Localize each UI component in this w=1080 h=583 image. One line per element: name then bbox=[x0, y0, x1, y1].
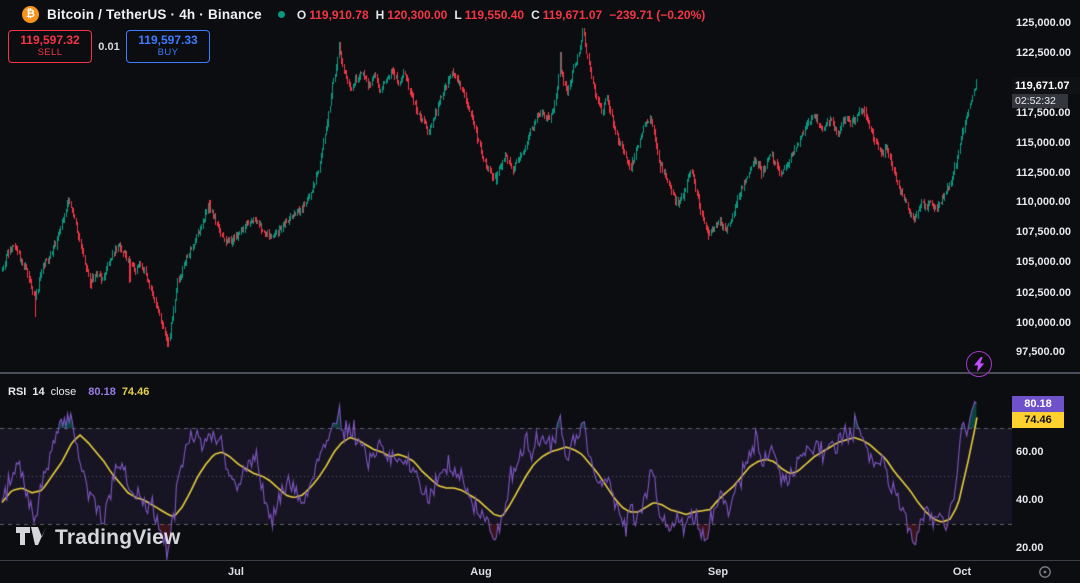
price-tick-label: 125,000.00 bbox=[1016, 17, 1072, 29]
quick-trade-lightning-button[interactable] bbox=[966, 351, 992, 377]
sell-price: 119,597.32 bbox=[20, 33, 80, 48]
price-tick-label: 107,500.00 bbox=[1016, 226, 1072, 238]
chart-plot-area[interactable] bbox=[0, 0, 1012, 561]
tradingview-logo[interactable]: TradingView bbox=[16, 526, 181, 550]
price-tick-label: 112,500.00 bbox=[1016, 167, 1071, 179]
price-tick-label: 115,000.00 bbox=[1016, 137, 1071, 149]
close-value: 119,671.07 bbox=[542, 7, 603, 22]
price-tick-label: 102,500.00 bbox=[1016, 287, 1072, 299]
bitcoin-icon: ₿ bbox=[22, 6, 39, 23]
last-price-label: 119,671.07 bbox=[1012, 77, 1080, 94]
price-tick-label: 117,500.00 bbox=[1016, 107, 1071, 119]
rsi-ma-value: 74.46 bbox=[121, 386, 150, 398]
buy-label: BUY bbox=[157, 46, 179, 58]
close-label: C bbox=[531, 7, 540, 22]
bar-countdown: 02:52:32 bbox=[1012, 94, 1068, 108]
order-panel: 119,597.32 SELL 0.01 119,597.33 BUY bbox=[8, 30, 210, 63]
open-value: 119,910.78 bbox=[309, 7, 369, 22]
rsi-name: RSI bbox=[8, 386, 27, 398]
price-tick-label: 100,000.00 bbox=[1016, 317, 1072, 329]
buy-price: 119,597.33 bbox=[138, 33, 198, 48]
price-tick-label: 122,500.00 bbox=[1016, 47, 1072, 59]
rsi-source: close bbox=[50, 386, 77, 398]
sell-label: SELL bbox=[37, 46, 63, 58]
sell-button[interactable]: 119,597.32 SELL bbox=[8, 30, 92, 63]
spread-value: 0.01 bbox=[98, 40, 120, 53]
rsi-ma-axis-label: 74.46 bbox=[1012, 412, 1064, 428]
low-value: 119,550.40 bbox=[464, 7, 525, 22]
time-axis[interactable]: Jul Aug Sep Oct bbox=[0, 561, 1080, 583]
tradingview-chart-window: ₿ Bitcoin / TetherUS · 4h · Binance O 11… bbox=[0, 0, 1080, 583]
time-axis-month-label: Oct bbox=[952, 566, 972, 578]
low-label: L bbox=[454, 7, 462, 22]
rsi-length: 14 bbox=[32, 386, 45, 398]
symbol-title[interactable]: Bitcoin / TetherUS · 4h · Binance bbox=[47, 7, 262, 22]
time-axis-month-label: Sep bbox=[707, 566, 729, 578]
change-value: −239.71 (−0.20%) bbox=[609, 7, 706, 22]
price-tick-label: 97,500.00 bbox=[1016, 346, 1065, 358]
tradingview-logo-text: TradingView bbox=[55, 526, 181, 549]
high-label: H bbox=[375, 7, 385, 22]
rsi-tick-label: 60.00 bbox=[1016, 446, 1044, 458]
time-axis-month-label: Aug bbox=[470, 566, 492, 578]
buy-button[interactable]: 119,597.33 BUY bbox=[126, 30, 210, 63]
price-tick-label: 105,000.00 bbox=[1016, 256, 1072, 268]
time-axis-month-label: Jul bbox=[228, 566, 244, 578]
rsi-tick-label: 20.00 bbox=[1016, 542, 1044, 554]
price-tick-label: 110,000.00 bbox=[1016, 196, 1071, 208]
price-axis[interactable]: 20.00 40.00 60.00 97,500.00 100,000.00 102,50… bbox=[1012, 0, 1080, 561]
pane-divider[interactable] bbox=[0, 372, 1080, 374]
tradingview-mark-icon bbox=[16, 527, 46, 545]
rsi-tick-label: 40.00 bbox=[1016, 494, 1044, 506]
timezone-settings-icon[interactable] bbox=[1038, 565, 1052, 579]
market-status-dot bbox=[277, 11, 285, 18]
high-value: 120,300.00 bbox=[387, 7, 448, 22]
rsi-current-value: 80.18 bbox=[88, 386, 116, 398]
rsi-axis-label: 80.18 bbox=[1012, 396, 1064, 412]
chart-header: ₿ Bitcoin / TetherUS · 4h · Binance O 11… bbox=[22, 6, 705, 23]
lightning-bolt-icon bbox=[973, 356, 984, 372]
ohlc-values: O 119,910.78 H 120,300.00 L 119,550.40 C… bbox=[297, 8, 705, 22]
rsi-indicator-legend[interactable]: RSI 14 close 80.18 74.46 bbox=[8, 386, 149, 398]
open-label: O bbox=[296, 7, 307, 22]
